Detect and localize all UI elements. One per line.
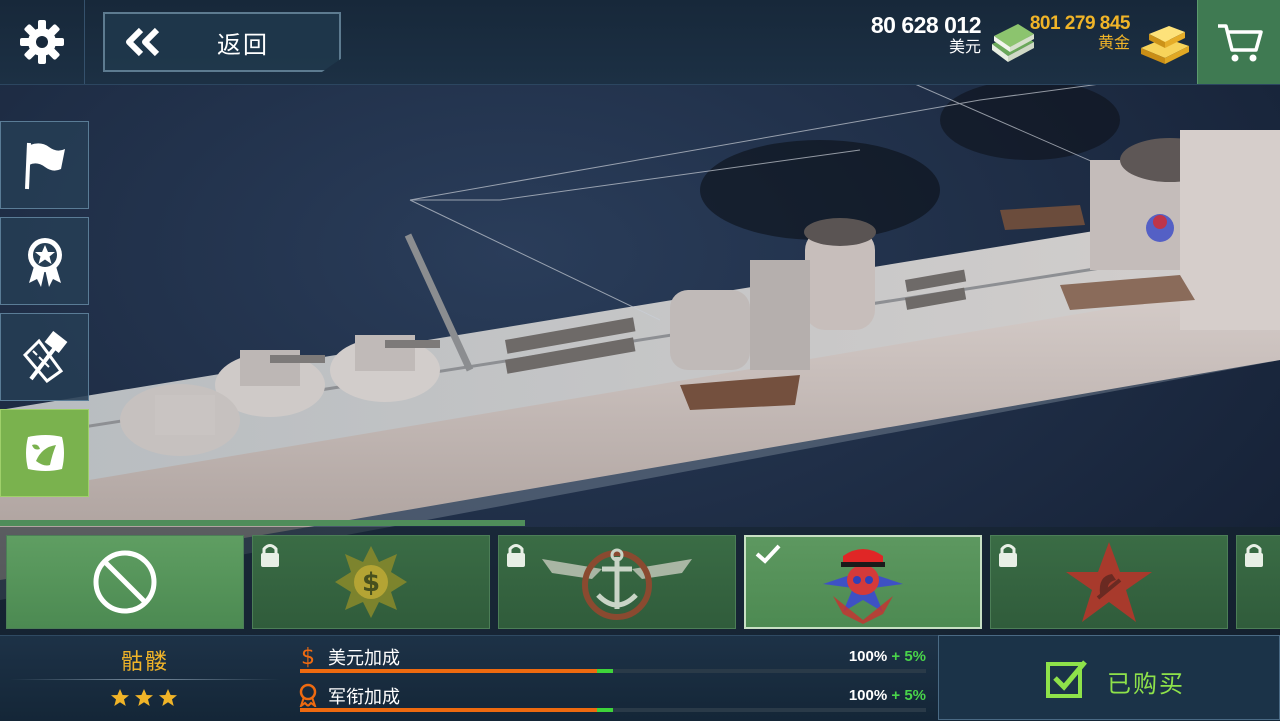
camouflage-icon <box>25 435 64 471</box>
lock-icon <box>1245 544 1263 567</box>
top-bar: 返回 80 628 012 美元 801 279 845 黄金 <box>0 0 1280 85</box>
purchased-status-button[interactable]: 已购买 <box>938 635 1280 720</box>
skin-name: 骷髅 <box>120 650 169 675</box>
checkbox-checked-icon <box>1046 660 1087 698</box>
skin-tile-next[interactable] <box>1236 535 1280 629</box>
gold-balance: 801 279 845 黄金 <box>1029 13 1131 52</box>
svg-text:$: $ <box>362 568 380 598</box>
dollar-emblem-icon: $ <box>335 546 407 618</box>
lock-icon <box>507 544 525 567</box>
bonus-bar-base <box>300 669 598 673</box>
skin-rating <box>110 688 178 708</box>
checkmark-icon <box>755 544 781 564</box>
rank-medal-icon <box>299 683 317 707</box>
skin-tile-red-star[interactable] <box>990 535 1228 629</box>
purchased-label: 已购买 <box>1107 670 1185 698</box>
anchor-wings-emblem-icon <box>542 548 692 620</box>
flag-icon <box>24 142 65 190</box>
lock-icon <box>999 544 1017 567</box>
shopping-cart-icon <box>1217 24 1263 62</box>
skull-emblem-icon <box>823 549 903 624</box>
gold-bars-icon <box>1141 26 1189 64</box>
star-icon <box>111 689 129 706</box>
bonus-bar-extra <box>597 669 613 673</box>
bonus-value: 100% + 5% <box>848 648 926 665</box>
divider <box>10 679 280 680</box>
bonus-bar-base <box>300 708 598 712</box>
bonus-usd: $ 美元加成 100% + 5% <box>298 640 928 676</box>
bonus-bar <box>300 669 926 673</box>
settings-button[interactable] <box>0 0 85 84</box>
bonus-label: 美元加成 <box>328 648 400 669</box>
bonus-bar-extra <box>597 708 613 712</box>
bonus-rank: 军衔加成 100% + 5% <box>298 679 928 715</box>
shop-cart-button[interactable] <box>1197 0 1280 84</box>
usd-amount: 80 628 012 <box>870 12 982 38</box>
bonus-bar <box>300 708 926 712</box>
bonus-label: 军衔加成 <box>328 687 400 708</box>
bonus-value: 100% + 5% <box>848 687 926 704</box>
side-menu-flag[interactable] <box>0 121 89 209</box>
double-chevron-left-icon <box>126 27 160 57</box>
side-menu-camouflage[interactable] <box>0 409 89 497</box>
back-label: 返回 <box>217 30 269 59</box>
skin-tile-skull[interactable] <box>744 535 982 629</box>
lock-icon <box>261 544 279 567</box>
gold-unit: 黄金 <box>1097 33 1130 52</box>
no-skin-icon <box>93 550 157 614</box>
usd-unit: 美元 <box>948 37 981 56</box>
skin-tile-navy[interactable] <box>498 535 736 629</box>
gold-amount: 801 279 845 <box>1029 13 1131 34</box>
gear-icon <box>20 20 64 64</box>
side-menu-medal[interactable] <box>0 217 89 305</box>
usd-balance: 80 628 012 美元 <box>870 12 982 56</box>
star-icon <box>159 689 177 706</box>
dollar-icon: $ <box>301 645 315 668</box>
hammer-ruler-icon <box>22 331 67 383</box>
skin-tile-dollar[interactable]: $ <box>252 535 490 629</box>
medal-icon <box>27 238 62 287</box>
svg-text:$: $ <box>301 645 315 668</box>
tiles-scroll-indicator <box>0 520 525 526</box>
back-button[interactable]: 返回 <box>103 12 341 72</box>
red-star-emblem-icon <box>1066 542 1152 622</box>
star-icon <box>135 689 153 706</box>
side-menu-upgrade[interactable] <box>0 313 89 401</box>
skin-tile-none[interactable] <box>6 535 244 629</box>
skin-selector: $ <box>0 527 1280 635</box>
